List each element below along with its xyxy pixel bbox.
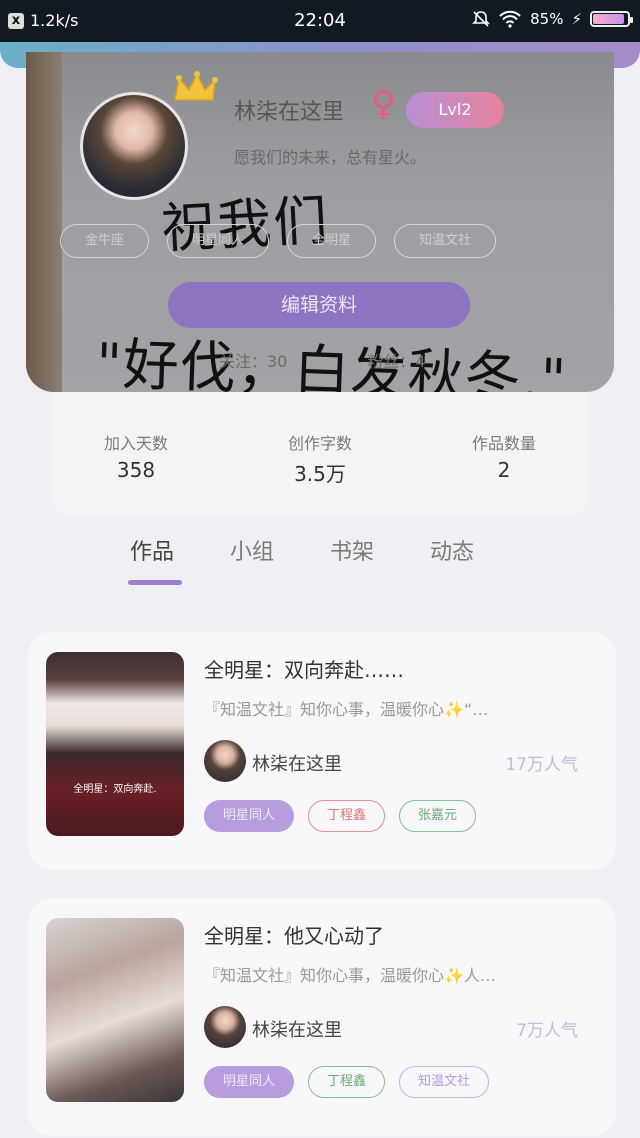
stats-card: 加入天数 358 创作字数 3.5万 作品数量 2 bbox=[52, 392, 588, 516]
profile-tag[interactable]: 知温文社 bbox=[394, 224, 497, 258]
level-badge: Lvl2 bbox=[406, 92, 504, 128]
edit-profile-button[interactable]: 编辑资料 bbox=[168, 282, 470, 328]
banner-edge bbox=[26, 52, 62, 392]
battery-icon bbox=[590, 11, 633, 27]
stat-value: 358 bbox=[116, 458, 156, 482]
work-tags: 明星同人 丁程鑫 知温文社 bbox=[204, 1066, 490, 1098]
work-tags: 明星同人 丁程鑫 张嘉元 bbox=[204, 800, 477, 832]
work-card[interactable]: 全明星：双向奔赴. 全明星：双向奔赴…… 『知温文社』知你心事，温暖你心✨“… … bbox=[28, 632, 616, 870]
work-description: 『知温文社』知你心事，温暖你心✨人… bbox=[204, 966, 496, 985]
active-tab-indicator bbox=[128, 580, 182, 585]
follow-row: 关注：30 粉丝：4 bbox=[219, 348, 426, 372]
stat-label: 作品数量 bbox=[471, 434, 536, 453]
work-description: 『知温文社』知你心事，温暖你心✨“… bbox=[204, 700, 489, 719]
stat-value: 2 bbox=[497, 458, 511, 482]
profile-avatar[interactable] bbox=[80, 92, 188, 200]
stat-works-count: 作品数量 2 bbox=[472, 430, 536, 516]
work-popularity: 7万人气 bbox=[516, 1021, 578, 1041]
tab-activity[interactable]: 动态 bbox=[430, 534, 474, 566]
author-name[interactable]: 林柒在这里 bbox=[252, 750, 342, 776]
stat-word-count: 创作字数 3.5万 bbox=[288, 430, 352, 516]
work-tag[interactable]: 明星同人 bbox=[204, 1066, 295, 1098]
profile-tag[interactable]: 明星同人 bbox=[167, 224, 270, 258]
status-right: 85% ⚡ bbox=[472, 10, 633, 28]
stat-label: 加入天数 bbox=[104, 434, 169, 453]
work-tag[interactable]: 明星同人 bbox=[204, 800, 295, 832]
work-card[interactable]: 全明星：他又心动了 『知温文社』知你心事，温暖你心✨人… 林柒在这里 7万人气 … bbox=[28, 898, 616, 1136]
charging-icon: ⚡ bbox=[571, 10, 582, 28]
work-title[interactable]: 全明星：双向奔赴…… bbox=[204, 654, 404, 683]
work-cover[interactable] bbox=[46, 918, 184, 1102]
work-popularity: 17万人气 bbox=[505, 755, 578, 775]
profile-banner: 祝我们 "好伐，白发秋冬." 林柒在这里 ♀ Lvl2 愿我们的未来，总有星火。… bbox=[26, 52, 614, 392]
work-tag[interactable]: 知温文社 bbox=[399, 1066, 490, 1098]
profile-tag[interactable]: 全明星 bbox=[287, 224, 377, 258]
tab-groups[interactable]: 小组 bbox=[230, 534, 274, 566]
mute-bell-icon bbox=[472, 11, 491, 27]
work-title[interactable]: 全明星：他又心动了 bbox=[204, 920, 384, 949]
stat-join-days: 加入天数 358 bbox=[104, 430, 168, 516]
profile-tabs: 作品 小组 书架 动态 bbox=[130, 534, 474, 566]
work-cover[interactable]: 全明星：双向奔赴. bbox=[46, 652, 184, 836]
profile-motto: 愿我们的未来，总有星火。 bbox=[234, 148, 427, 167]
stat-label: 创作字数 bbox=[287, 434, 352, 453]
work-tag[interactable]: 张嘉元 bbox=[399, 800, 477, 832]
fans-count[interactable]: 粉丝：4 bbox=[367, 348, 425, 372]
female-icon: ♀ bbox=[371, 84, 396, 124]
profile-tags: 金牛座 明星同人 全明星 知温文社 bbox=[60, 224, 497, 258]
author-avatar[interactable] bbox=[204, 740, 246, 782]
cover-caption: 全明星：双向奔赴. bbox=[73, 784, 157, 795]
following-count[interactable]: 关注：30 bbox=[219, 348, 287, 372]
author-avatar[interactable] bbox=[204, 1006, 246, 1048]
profile-tag[interactable]: 金牛座 bbox=[60, 224, 150, 258]
status-bar: x 1.2k/s 22:04 85% ⚡ bbox=[0, 0, 640, 42]
work-tag[interactable]: 丁程鑫 bbox=[308, 1066, 386, 1098]
avatar-image bbox=[83, 95, 185, 197]
wifi-icon bbox=[499, 10, 521, 28]
author-name[interactable]: 林柒在这里 bbox=[252, 1016, 342, 1042]
battery-percent: 85% bbox=[530, 10, 564, 28]
crown-icon bbox=[174, 71, 218, 101]
work-tag[interactable]: 丁程鑫 bbox=[308, 800, 386, 832]
tab-bookshelf[interactable]: 书架 bbox=[330, 534, 374, 566]
tab-works[interactable]: 作品 bbox=[130, 534, 174, 566]
username: 林柒在这里 bbox=[234, 100, 345, 125]
stat-value: 3.5万 bbox=[294, 462, 346, 486]
